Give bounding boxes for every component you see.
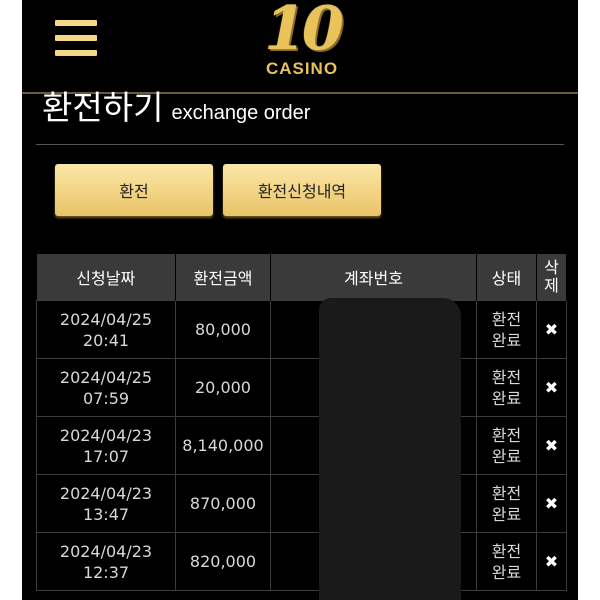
row-date: 2024/04/25 (59, 309, 153, 329)
cell-amount: 20,000 (175, 358, 271, 417)
cell-delete: ✖ (536, 358, 567, 417)
casino-logo[interactable]: 10 CASINO (254, 0, 350, 82)
exchange-button[interactable]: 환전 (55, 164, 213, 216)
cell-date: 2024/04/25 20:41 (36, 300, 176, 359)
row-date: 2024/04/23 (59, 483, 153, 503)
table-row: 2024/04/25 20:41 80,000 환전 완료 ✖ (36, 300, 567, 359)
redaction-overlay (319, 298, 461, 600)
page-title-korean: 환전하기 (42, 88, 164, 127)
logo-number: 10 (264, 0, 344, 64)
cell-status: 환전 완료 (476, 300, 537, 359)
menu-icon[interactable] (55, 20, 97, 58)
logo-word: CASINO (265, 59, 339, 78)
row-time: 12:37 (82, 562, 130, 582)
delete-icon[interactable]: ✖ (545, 552, 558, 571)
cell-date: 2024/04/23 13:47 (36, 474, 176, 533)
row-date: 2024/04/25 (59, 367, 153, 387)
cell-delete: ✖ (536, 532, 567, 591)
cell-date: 2024/04/25 07:59 (36, 358, 176, 417)
row-time: 20:41 (82, 330, 130, 350)
cell-delete: ✖ (536, 300, 567, 359)
delete-icon[interactable]: ✖ (545, 320, 558, 339)
cell-date: 2024/04/23 12:37 (36, 532, 176, 591)
row-date: 2024/04/23 (59, 425, 153, 445)
cell-delete: ✖ (536, 416, 567, 475)
header-delete: 삭제 (536, 254, 567, 301)
cell-delete: ✖ (536, 474, 567, 533)
table-row: 2024/04/23 13:47 870,000 환전 완료 ✖ (36, 474, 567, 533)
header-account: 계좌번호 (270, 254, 477, 301)
cell-amount: 820,000 (175, 532, 271, 591)
delete-icon[interactable]: ✖ (545, 494, 558, 513)
cell-date: 2024/04/23 17:07 (36, 416, 176, 475)
exchange-history-button[interactable]: 환전신청내역 (223, 164, 381, 216)
table-row: 2024/04/25 07:59 20,000 환전 완료 ✖ (36, 358, 567, 417)
delete-icon[interactable]: ✖ (545, 436, 558, 455)
delete-icon[interactable]: ✖ (545, 378, 558, 397)
header-delete-line2: 제 (544, 276, 559, 295)
row-status-line1: 환전 (491, 309, 522, 329)
table-row: 2024/04/23 17:07 8,140,000 환전 완료 ✖ (36, 416, 567, 475)
cell-status: 환전 완료 (476, 532, 537, 591)
cell-amount: 870,000 (175, 474, 271, 533)
table-header-row: 신청날짜 환전금액 계좌번호 상태 삭제 (36, 254, 567, 301)
header-status: 상태 (476, 254, 537, 301)
row-status-line2: 완료 (491, 504, 522, 524)
cell-amount: 80,000 (175, 300, 271, 359)
row-time: 07:59 (82, 388, 130, 408)
title-divider (36, 144, 564, 145)
row-date: 2024/04/23 (59, 541, 153, 561)
page-title-english: exchange order (171, 102, 311, 124)
row-time: 13:47 (82, 504, 130, 524)
exchange-table: 신청날짜 환전금액 계좌번호 상태 삭제 2024/04/25 20:41 80,… (36, 254, 567, 591)
row-status-line2: 완료 (491, 388, 522, 408)
table-row: 2024/04/23 12:37 820,000 환전 완료 ✖ (36, 532, 567, 591)
row-status-line1: 환전 (491, 367, 522, 387)
row-status-line2: 완료 (491, 562, 522, 582)
cell-amount: 8,140,000 (175, 416, 271, 475)
row-status-line2: 완료 (491, 446, 522, 466)
row-status-line2: 완료 (491, 330, 522, 350)
row-status-line1: 환전 (491, 483, 522, 503)
row-status-line1: 환전 (491, 541, 522, 561)
header-amount: 환전금액 (175, 254, 271, 301)
row-status-line1: 환전 (491, 425, 522, 445)
row-time: 17:07 (82, 446, 130, 466)
page-title: 환전하기 exchange order (42, 86, 310, 130)
app-frame: 10 CASINO 환전하기 exchange order 환전 환전신청내역 신… (22, 0, 578, 600)
cell-status: 환전 완료 (476, 358, 537, 417)
header-delete-line1: 삭 (544, 258, 559, 277)
cell-status: 환전 완료 (476, 416, 537, 475)
header-date: 신청날짜 (36, 254, 176, 301)
cell-status: 환전 완료 (476, 474, 537, 533)
